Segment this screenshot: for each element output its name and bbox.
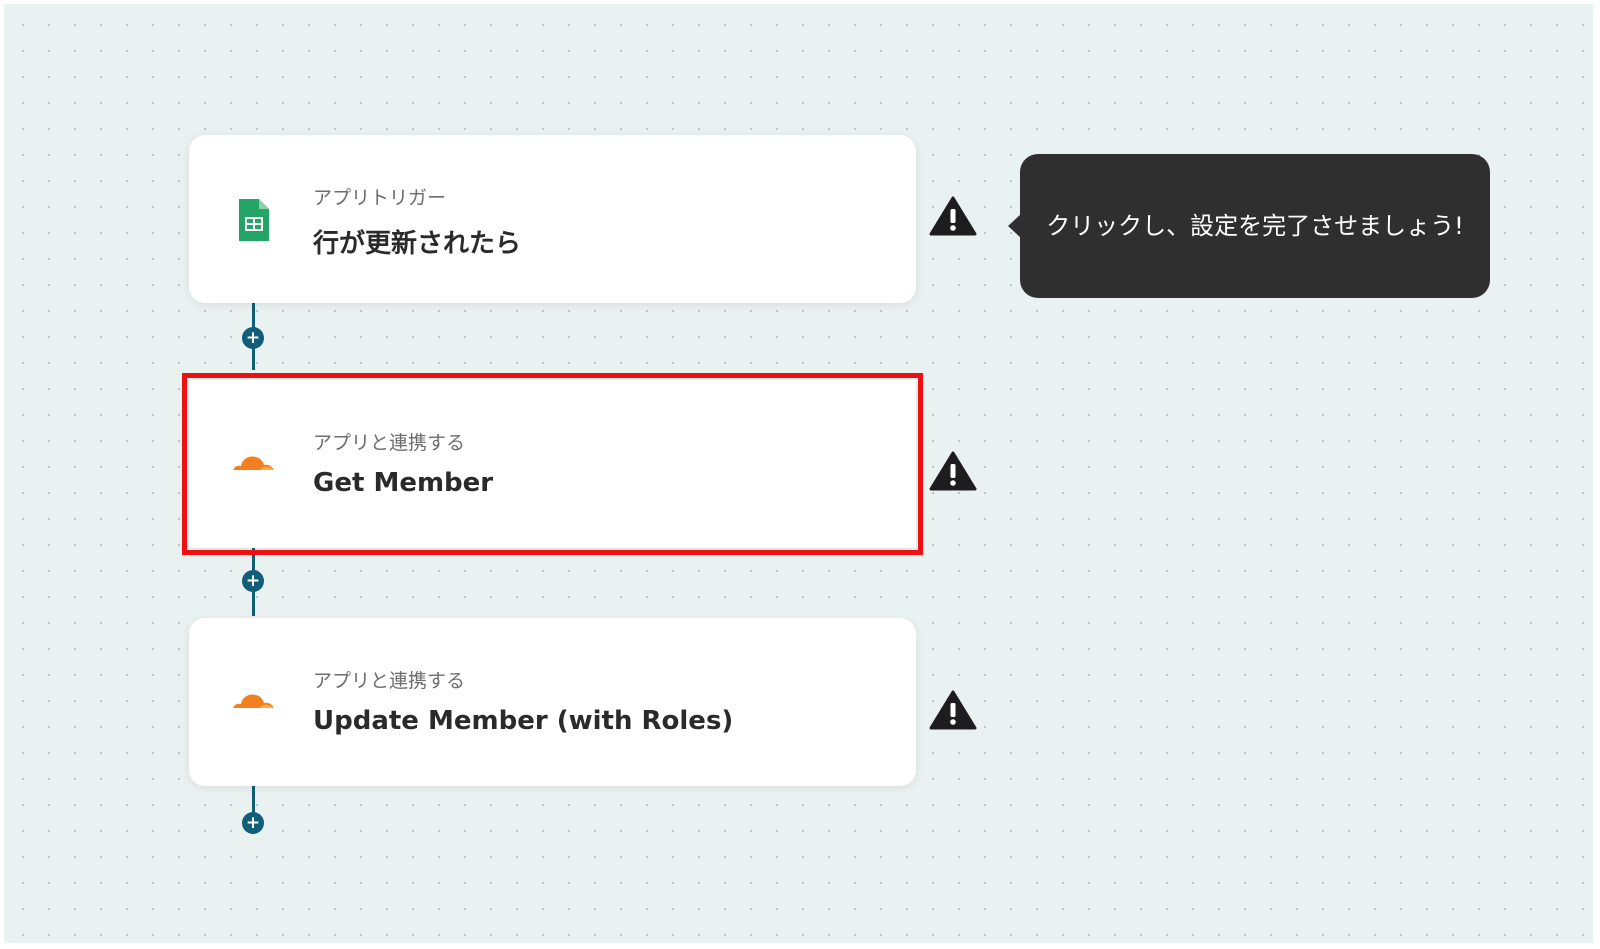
step-title: 行が更新されたら <box>313 229 522 259</box>
step-type-label: アプリトリガー <box>313 187 447 209</box>
plus-icon: + <box>245 571 261 591</box>
step-type-label: アプリと連携する <box>313 432 466 454</box>
step-title: Get Member <box>313 468 494 498</box>
plus-icon: + <box>245 813 261 833</box>
flow-step-get-member[interactable]: アプリと連携する Get Member <box>182 373 923 555</box>
plus-icon: + <box>245 328 261 348</box>
warning-triangle-icon[interactable] <box>929 689 977 731</box>
warning-triangle-icon[interactable] <box>929 195 977 237</box>
add-step-button[interactable]: + <box>242 327 264 349</box>
step-type-label: アプリと連携する <box>313 670 466 692</box>
google-sheets-icon <box>239 199 269 241</box>
flow-canvas: + + + アプリトリガー 行が更新されたら アプリと連携する Get Memb… <box>4 4 1593 943</box>
warning-triangle-icon[interactable] <box>929 450 977 492</box>
cloudflare-icon <box>233 456 275 472</box>
step-title: Update Member (with Roles) <box>313 706 734 736</box>
flow-step-update-member[interactable]: アプリと連携する Update Member (with Roles) <box>189 618 916 786</box>
add-step-button[interactable]: + <box>242 812 264 834</box>
tooltip-text: クリックし、設定を完了させましょう! <box>1046 212 1464 240</box>
setup-tooltip: クリックし、設定を完了させましょう! <box>1008 154 1490 298</box>
flow-step-trigger[interactable]: アプリトリガー 行が更新されたら <box>189 135 916 303</box>
cloudflare-icon <box>233 694 275 710</box>
add-step-button[interactable]: + <box>242 570 264 592</box>
